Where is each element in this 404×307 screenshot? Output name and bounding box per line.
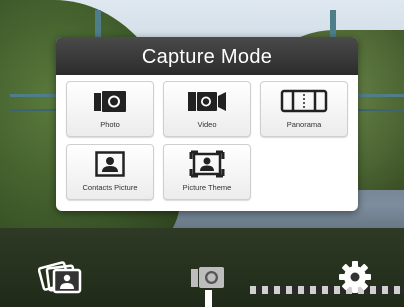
capture-mode-popup: Capture Mode Photo Video Panorama Contac…: [56, 37, 358, 211]
photo-mode-button[interactable]: Photo: [66, 81, 154, 137]
contacts-picture-mode-button[interactable]: Contacts Picture: [66, 144, 154, 200]
picture-theme-icon: [164, 150, 250, 178]
photo-mode-label: Photo: [100, 120, 120, 129]
picture-theme-mode-label: Picture Theme: [182, 183, 232, 192]
panorama-icon: [261, 88, 347, 114]
camera-icon: [67, 88, 153, 114]
popup-title: Capture Mode: [56, 37, 358, 75]
picture-theme-mode-button[interactable]: Picture Theme: [163, 144, 251, 200]
panorama-mode-button[interactable]: Panorama: [260, 81, 348, 137]
settings-button[interactable]: [330, 252, 380, 302]
video-mode-label: Video: [197, 120, 217, 129]
contacts-picture-mode-label: Contacts Picture: [82, 183, 138, 192]
panorama-mode-label: Panorama: [286, 120, 322, 129]
gear-icon: [339, 261, 371, 293]
video-camera-icon: [164, 88, 250, 114]
contact-card-icon: [67, 151, 153, 177]
camera-icon: [191, 267, 224, 288]
video-mode-button[interactable]: Video: [163, 81, 251, 137]
selection-indicator: [205, 290, 212, 307]
album-button[interactable]: [36, 252, 86, 302]
album-icon: [38, 261, 82, 294]
bottom-toolbar: [0, 244, 404, 307]
